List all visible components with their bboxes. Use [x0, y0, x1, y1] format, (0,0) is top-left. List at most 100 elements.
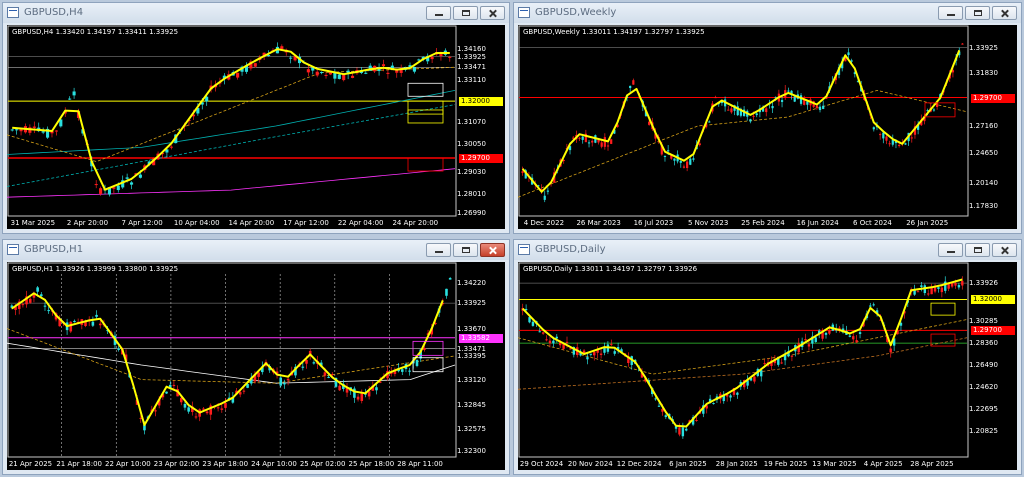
candle-body	[872, 304, 875, 306]
minimize-button[interactable]	[938, 6, 963, 20]
price-scale-label: 1.33925	[969, 43, 998, 52]
candle-body	[780, 100, 784, 102]
candle-body	[569, 348, 572, 350]
moving-average-line	[7, 66, 456, 163]
candle-body	[695, 419, 698, 421]
target-zone-box	[930, 333, 956, 347]
date-scale-label: 4 Apr 2025	[863, 460, 903, 468]
candle-body	[224, 402, 227, 408]
candle-body	[360, 393, 364, 401]
candle-body	[548, 340, 552, 344]
title-bar[interactable]: GBPUSD,Daily	[514, 240, 1021, 260]
candle-body	[555, 336, 558, 339]
candle-body	[546, 190, 550, 192]
price-scale-label: 1.17830	[969, 202, 998, 211]
candle-body	[386, 72, 390, 74]
candle-body	[95, 314, 98, 317]
date-scale-label: 25 Feb 2024	[741, 219, 785, 227]
candle-body	[730, 108, 733, 113]
candle-body	[327, 376, 330, 378]
candle-body	[824, 332, 828, 335]
chart-window-weekly[interactable]: GBPUSD,Weekly GBPUSD,Weekly 1.33011 1.34…	[513, 2, 1022, 234]
plot-frame	[7, 262, 457, 458]
price-scale-label: 1.33670	[457, 324, 486, 333]
date-scale-label: 14 Apr 20:00	[228, 219, 275, 227]
candle-body	[312, 362, 316, 364]
chart-window-icon	[7, 244, 19, 255]
target-zone-box	[407, 82, 444, 97]
candle-body	[578, 137, 581, 139]
date-scale-label: 24 Apr 20:00	[392, 219, 439, 227]
candle-body	[932, 109, 936, 111]
candle-body	[10, 129, 14, 131]
candle-body	[306, 69, 310, 73]
candle-body	[323, 372, 327, 376]
candle-body	[236, 72, 240, 78]
minimize-button[interactable]	[938, 243, 963, 257]
candle-body	[21, 304, 25, 306]
candle-body	[552, 340, 555, 344]
candle-body	[448, 278, 452, 280]
price-scale-label: 1.32575	[457, 424, 486, 433]
price-scale-label: 1.31830	[969, 68, 998, 77]
title-bar[interactable]: GBPUSD,Weekly	[514, 3, 1021, 23]
candle-body	[41, 131, 45, 133]
price-scale-label: 1.33582	[459, 333, 503, 343]
chart-area[interactable]: GBPUSD,H4 1.33420 1.34197 1.33411 1.3392…	[7, 25, 505, 229]
close-button[interactable]	[480, 6, 505, 20]
candle-body	[430, 56, 434, 60]
chart-area[interactable]: GBPUSD,H1 1.33926 1.33999 1.33800 1.3392…	[7, 262, 505, 470]
restore-button[interactable]	[453, 243, 478, 257]
candle-body	[91, 321, 95, 326]
chart-window-h1[interactable]: GBPUSD,H1 GBPUSD,H1 1.33926 1.33999 1.33…	[2, 239, 510, 475]
candle-body	[280, 46, 284, 49]
date-scale-label: 4 Dec 2022	[523, 219, 565, 227]
chart-area[interactable]: GBPUSD,Weekly 1.33011 1.34197 1.32797 1.…	[518, 25, 1017, 229]
chart-window-h4[interactable]: GBPUSD,H4 GBPUSD,H4 1.33420 1.34197 1.33…	[2, 2, 510, 234]
candle-body	[961, 43, 964, 45]
candle-body	[765, 108, 768, 113]
chart-window-daily[interactable]: GBPUSD,Daily GBPUSD,Daily 1.33011 1.3419…	[513, 239, 1022, 475]
candle-body	[238, 392, 242, 395]
candle-body	[807, 344, 811, 347]
candle-body	[205, 411, 209, 414]
chart-area[interactable]: GBPUSD,Daily 1.33011 1.34197 1.32797 1.3…	[518, 262, 1017, 470]
minimize-button[interactable]	[426, 243, 451, 257]
candle-body	[822, 105, 825, 109]
candle-body	[289, 57, 293, 59]
price-scale-label: 1.28010	[457, 189, 486, 198]
candle-body	[253, 63, 257, 67]
candle-body	[587, 142, 591, 144]
candle-body	[678, 427, 681, 435]
price-scale-label: 1.32000	[971, 295, 1015, 305]
restore-button[interactable]	[453, 6, 478, 20]
price-scale-label: 1.33120	[457, 375, 486, 384]
candle-body	[69, 321, 73, 332]
date-scale-label: 22 Apr 10:00	[105, 460, 151, 468]
candle-body	[930, 287, 933, 295]
title-bar[interactable]: GBPUSD,H4	[3, 3, 509, 23]
title-bar[interactable]: GBPUSD,H1	[3, 240, 509, 260]
minimize-button[interactable]	[426, 6, 451, 20]
candle-body	[879, 134, 882, 136]
close-button[interactable]	[992, 243, 1017, 257]
window-title: GBPUSD,Daily	[535, 244, 606, 255]
candle-body	[320, 72, 324, 74]
candle-body	[790, 355, 794, 357]
close-button[interactable]	[992, 6, 1017, 20]
date-scale-label: 19 Feb 2025	[763, 460, 808, 468]
price-scale-label: 1.22695	[969, 404, 998, 413]
candle-body	[381, 64, 386, 66]
candle-body	[242, 390, 246, 392]
restore-button[interactable]	[965, 6, 990, 20]
candle-body	[15, 129, 19, 131]
candle-body	[610, 139, 613, 144]
restore-button[interactable]	[965, 243, 990, 257]
close-button[interactable]	[480, 243, 505, 257]
swing-line	[11, 292, 444, 426]
price-scale-label: 1.32845	[457, 401, 486, 410]
candle-body	[828, 330, 831, 334]
date-scale-label: 2 Apr 20:00	[66, 219, 109, 227]
candle-body	[916, 291, 920, 293]
candle-body	[855, 340, 858, 343]
